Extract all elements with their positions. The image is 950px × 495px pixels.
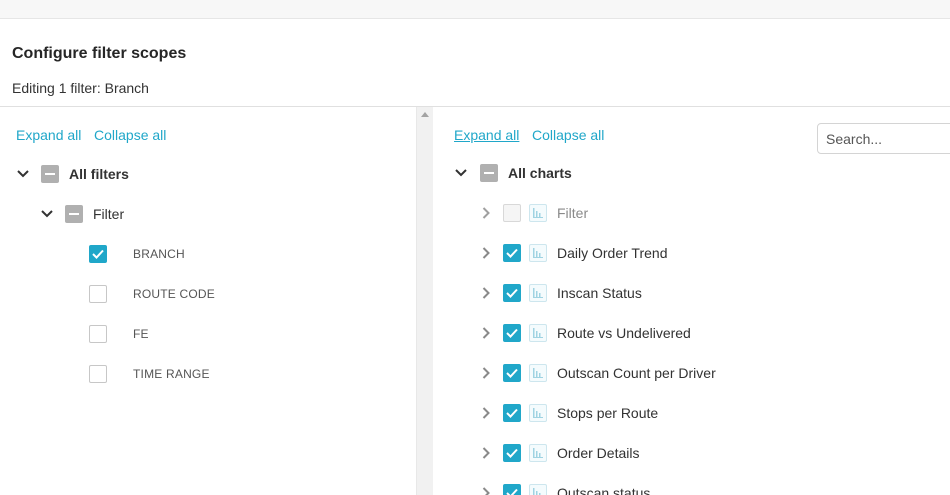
filter-item-time-range[interactable]: TIME RANGE	[89, 362, 210, 386]
chart-checkbox[interactable]	[503, 484, 521, 495]
check-icon	[92, 249, 104, 259]
chart-label: Inscan Status	[557, 285, 642, 301]
filters-pane: Expand all Collapse all All filters Filt…	[0, 107, 416, 495]
filter-item-fe[interactable]: FE	[89, 322, 149, 346]
chevron-down-icon[interactable]	[16, 167, 30, 181]
chevron-right-icon[interactable]	[479, 366, 493, 380]
filters-collapse-all-link[interactable]: Collapse all	[94, 127, 166, 143]
chart-checkbox[interactable]	[503, 244, 521, 262]
bar-chart-icon	[529, 244, 547, 262]
chart-label: Stops per Route	[557, 405, 659, 421]
chart-row[interactable]: Route vs Undelivered	[479, 321, 691, 345]
filters-expand-all-link[interactable]: Expand all	[16, 127, 81, 143]
filter-checkbox-fe[interactable]	[89, 325, 107, 343]
filter-label: FE	[133, 327, 149, 341]
filter-label: TIME RANGE	[133, 367, 210, 381]
charts-pane: Expand all Collapse all All charts Filte…	[433, 107, 950, 495]
chevron-down-icon[interactable]	[40, 207, 54, 221]
filters-root-checkbox[interactable]	[41, 165, 59, 183]
check-icon	[506, 448, 518, 458]
bar-chart-icon	[529, 324, 547, 342]
top-bar	[0, 0, 950, 19]
bar-chart-icon	[529, 364, 547, 382]
check-icon	[506, 288, 518, 298]
charts-search-input[interactable]	[817, 123, 950, 154]
scroll-up-arrow-icon[interactable]	[421, 112, 429, 117]
filter-item-branch[interactable]: BRANCH	[89, 242, 185, 266]
bar-chart-icon	[529, 484, 547, 495]
charts-root-label: All charts	[508, 165, 572, 181]
chevron-down-icon[interactable]	[454, 166, 468, 180]
chart-label: Filter	[557, 205, 589, 221]
chart-label: Route vs Undelivered	[557, 325, 691, 341]
bar-chart-icon	[529, 444, 547, 462]
chevron-right-icon[interactable]	[479, 326, 493, 340]
charts-root-checkbox[interactable]	[480, 164, 498, 182]
chart-label: Daily Order Trend	[557, 245, 668, 261]
chart-label: Order Details	[557, 445, 640, 461]
chart-checkbox[interactable]	[503, 284, 521, 302]
chart-row[interactable]: Daily Order Trend	[479, 241, 667, 265]
filter-checkbox-time-range[interactable]	[89, 365, 107, 383]
chevron-right-icon[interactable]	[479, 206, 493, 220]
filters-root-label: All filters	[69, 166, 129, 182]
modal-title: Configure filter scopes	[12, 45, 187, 62]
filter-group-label: Filter	[93, 206, 125, 222]
chart-row[interactable]: Inscan Status	[479, 281, 642, 305]
charts-root-row[interactable]: All charts	[454, 161, 572, 185]
check-icon	[506, 368, 518, 378]
chart-checkbox[interactable]	[503, 324, 521, 342]
charts-expand-all-link[interactable]: Expand all	[454, 127, 519, 143]
filter-group-row[interactable]: Filter	[40, 202, 124, 226]
bar-chart-icon	[529, 284, 547, 302]
check-icon	[506, 408, 518, 418]
check-icon	[506, 488, 518, 495]
chart-row[interactable]: Order Details	[479, 441, 639, 465]
left-pane-scrollbar[interactable]	[416, 107, 433, 495]
chart-label: Outscan status	[557, 485, 651, 495]
filter-checkbox-branch[interactable]	[89, 245, 107, 263]
filter-item-route-code[interactable]: ROUTE CODE	[89, 282, 215, 306]
filter-checkbox-route-code[interactable]	[89, 285, 107, 303]
check-icon	[506, 248, 518, 258]
chart-row[interactable]: Stops per Route	[479, 401, 658, 425]
chevron-right-icon[interactable]	[479, 246, 493, 260]
chart-row[interactable]: Outscan status	[479, 481, 650, 495]
bar-chart-icon	[529, 204, 547, 222]
chevron-right-icon[interactable]	[479, 406, 493, 420]
charts-collapse-all-link[interactable]: Collapse all	[532, 127, 604, 143]
filter-label: BRANCH	[133, 247, 185, 261]
chart-checkbox[interactable]	[503, 444, 521, 462]
chevron-right-icon[interactable]	[479, 446, 493, 460]
chevron-right-icon[interactable]	[479, 286, 493, 300]
filters-root-row[interactable]: All filters	[16, 162, 129, 186]
bar-chart-icon	[529, 404, 547, 422]
check-icon	[506, 328, 518, 338]
filter-label: ROUTE CODE	[133, 287, 216, 301]
chart-row-filter[interactable]: Filter	[479, 201, 588, 225]
chart-checkbox[interactable]	[503, 364, 521, 382]
chart-label: Outscan Count per Driver	[557, 365, 716, 381]
chart-checkbox[interactable]	[503, 204, 521, 222]
chevron-right-icon[interactable]	[479, 486, 493, 495]
chart-row[interactable]: Outscan Count per Driver	[479, 361, 716, 385]
filter-group-checkbox[interactable]	[65, 205, 83, 223]
chart-checkbox[interactable]	[503, 404, 521, 422]
modal-subtitle: Editing 1 filter: Branch	[12, 80, 149, 96]
